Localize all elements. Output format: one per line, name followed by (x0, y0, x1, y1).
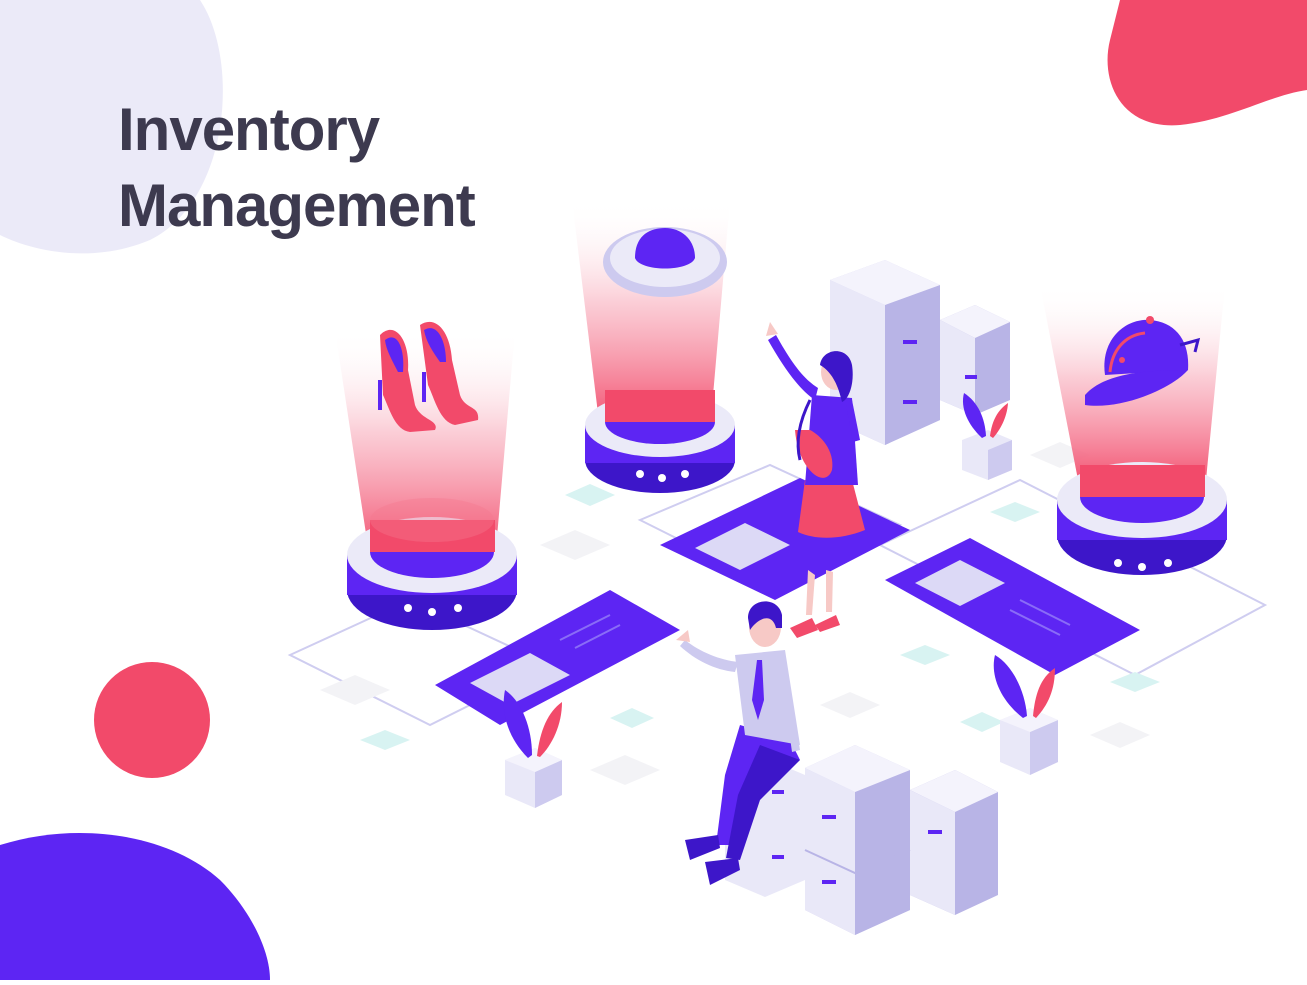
purple-blob-bottom-left (0, 832, 270, 980)
red-circle (94, 662, 210, 778)
red-blob-top-right (1107, 0, 1307, 126)
title-line-1: Inventory (118, 96, 380, 163)
page-title: Inventory Management (118, 92, 476, 244)
box-stack-back (830, 260, 1010, 445)
title-line-2: Management (118, 172, 476, 239)
hat-icon (603, 227, 727, 297)
plant-right (993, 655, 1058, 775)
plant-left (503, 690, 562, 808)
